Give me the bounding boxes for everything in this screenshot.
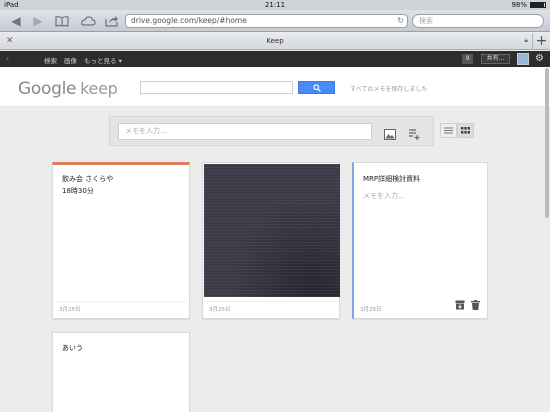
note-body-input[interactable]: メモを入力... — [363, 190, 405, 202]
gbar-link-more[interactable]: もっと見る ▾ — [84, 55, 122, 65]
note-card-image[interactable]: 3月25日 — [202, 162, 340, 319]
grid-view-icon[interactable] — [457, 123, 474, 138]
archive-icon[interactable] — [455, 295, 465, 314]
ios-status-bar: iPad 21:11 98% — [0, 0, 550, 10]
image-note-icon[interactable] — [384, 125, 396, 140]
note-date: 3月25日 — [59, 307, 81, 313]
scrollbar[interactable] — [545, 68, 549, 218]
list-note-icon[interactable] — [408, 125, 420, 140]
gbar-link-search[interactable]: 検索 — [44, 55, 57, 65]
reload-icon[interactable]: ↻ — [397, 15, 404, 27]
battery-status: 98% — [511, 1, 546, 9]
url-text: drive.google.com/keep/#home — [131, 16, 247, 25]
keep-search-input[interactable] — [140, 81, 293, 94]
google-bar-links: 検索 画像 もっと見る ▾ — [44, 55, 122, 65]
note-line: あいう — [62, 344, 83, 352]
new-tab-icon[interactable]: + — [532, 33, 550, 50]
list-view-icon[interactable] — [440, 123, 457, 138]
share-icon[interactable] — [104, 13, 120, 29]
search-icon — [312, 83, 321, 92]
note-date: 3月25日 — [360, 307, 382, 313]
keep-header: Google keep すべてのメモを保存しました — [0, 67, 550, 107]
battery-icon — [530, 2, 546, 8]
keep-search-button[interactable] — [298, 81, 335, 94]
google-keep-logo[interactable]: Google keep — [18, 79, 118, 99]
note-card[interactable]: あいう — [52, 332, 190, 412]
bookmarks-icon[interactable] — [54, 13, 70, 29]
back-icon[interactable]: ◀ — [8, 13, 24, 29]
logo-google-text: Google — [18, 79, 77, 99]
logo-keep-text: keep — [80, 79, 118, 98]
gbar-nav-icon[interactable]: ‹ — [6, 54, 9, 63]
trash-icon[interactable] — [471, 295, 480, 314]
divider — [207, 301, 335, 302]
icloud-icon[interactable] — [80, 13, 96, 29]
clock: 21:11 — [264, 1, 286, 9]
notification-count[interactable]: 9 — [462, 54, 473, 64]
gbar-link-images[interactable]: 画像 — [64, 55, 77, 65]
note-line: 飲み会 さくらや — [62, 175, 114, 183]
forward-icon[interactable]: ▶ — [30, 13, 46, 29]
save-status: すべてのメモを保存しました — [350, 86, 428, 93]
view-toggle — [440, 123, 474, 138]
note-photo — [204, 164, 340, 297]
lock-icon: 🔒︎ — [524, 36, 528, 44]
note-line: 18時30分 — [62, 187, 94, 195]
note-title[interactable]: MRP詳細検討資料 — [363, 173, 420, 185]
note-text: 飲み会 さくらや 18時30分 — [62, 173, 113, 197]
gear-icon[interactable]: ⚙ — [535, 53, 544, 64]
tab-keep[interactable]: Keep — [0, 37, 550, 45]
battery-percent: 98% — [511, 1, 527, 9]
note-card-editing[interactable]: MRP詳細検討資料 メモを入力... 3月25日 — [352, 162, 488, 319]
browser-search-field[interactable]: 検索 — [412, 14, 544, 28]
search-placeholder: 検索 — [419, 17, 433, 25]
avatar[interactable] — [517, 53, 529, 65]
new-note-bar: メモを入力... — [109, 116, 434, 146]
google-bar: ‹ 検索 画像 もっと見る ▾ 9 共有... ⚙ — [0, 51, 550, 67]
divider — [57, 301, 185, 302]
new-note-input[interactable]: メモを入力... — [118, 123, 372, 140]
note-date: 3月25日 — [209, 307, 231, 313]
note-card[interactable]: 飲み会 さくらや 18時30分 3月25日 — [52, 162, 190, 319]
tab-bar: ✕ Keep 🔒︎ + — [0, 33, 550, 50]
share-button[interactable]: 共有... — [481, 54, 510, 64]
browser-toolbar: ◀ ▶ drive.google.com/keep/#home ↻ 検索 — [0, 10, 550, 32]
url-field[interactable]: drive.google.com/keep/#home ↻ — [125, 14, 408, 28]
